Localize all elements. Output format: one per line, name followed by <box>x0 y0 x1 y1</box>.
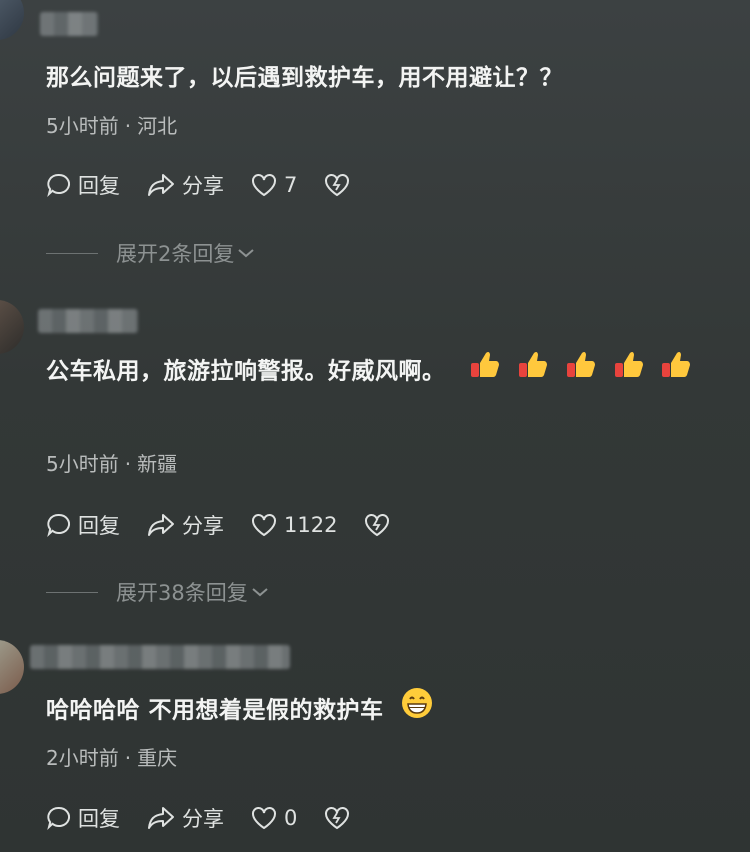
comment-meta: 5小时前 · 新疆 <box>46 448 177 477</box>
reply-label: 回复 <box>78 514 120 538</box>
comment-text-content: 哈哈哈哈 不用想着是假的救护车 <box>46 697 384 724</box>
thumbs-up-emoji <box>612 347 646 397</box>
separator: · <box>124 452 132 476</box>
separator: · <box>124 746 132 770</box>
separator: · <box>124 114 132 138</box>
chevron-down-icon <box>252 588 268 597</box>
share-icon <box>148 514 174 536</box>
dislike-icon <box>325 174 350 197</box>
comment-actions: 回复 分享 0 <box>46 803 383 833</box>
like-icon <box>252 807 276 830</box>
like-count: 1122 <box>284 513 338 537</box>
share-label: 分享 <box>182 807 224 831</box>
reply-icon <box>47 806 71 830</box>
comment-time: 5小时前 <box>46 114 119 138</box>
thumbs-up-emoji <box>564 347 598 397</box>
comment-location: 河北 <box>137 114 178 138</box>
expand-replies-label: 展开38条回复 <box>116 581 248 605</box>
reply-icon <box>47 173 71 197</box>
reply-label: 回复 <box>78 174 120 198</box>
comment-location: 新疆 <box>137 452 178 476</box>
thumbs-up-emoji <box>659 347 693 397</box>
comment-location: 重庆 <box>137 746 178 770</box>
share-icon <box>148 807 174 829</box>
divider-line <box>46 252 98 254</box>
share-button[interactable]: 分享 <box>146 510 224 540</box>
avatar[interactable] <box>0 300 24 354</box>
comment-actions: 回复 分享 1122 <box>46 510 423 540</box>
like-count: 7 <box>284 173 298 197</box>
avatar[interactable] <box>0 0 24 40</box>
username-blurred[interactable] <box>40 12 98 36</box>
comment-text-content: 公车私用，旅游拉响警报。好威风啊。 <box>46 358 446 385</box>
share-label: 分享 <box>182 514 224 538</box>
expand-replies[interactable]: 展开38条回复 <box>46 577 270 607</box>
reply-button[interactable]: 回复 <box>46 803 120 833</box>
share-button[interactable]: 分享 <box>146 170 224 200</box>
like-count: 0 <box>284 806 298 830</box>
comment-actions: 回复 分享 7 <box>46 170 383 200</box>
expand-replies-label: 展开2条回复 <box>116 242 235 266</box>
share-icon <box>148 174 174 196</box>
dislike-icon <box>365 514 390 537</box>
comment-time: 2小时前 <box>46 746 119 770</box>
comment-meta: 5小时前 · 河北 <box>46 110 177 139</box>
dislike-icon <box>325 807 350 830</box>
avatar[interactable] <box>0 640 24 694</box>
expand-replies[interactable]: 展开2条回复 <box>46 238 256 268</box>
share-label: 分享 <box>182 174 224 198</box>
username-blurred[interactable] <box>38 309 138 333</box>
grin-emoji <box>400 686 434 736</box>
divider-line <box>46 591 98 593</box>
dislike-button[interactable] <box>323 172 357 198</box>
thumbs-up-emoji <box>468 347 502 397</box>
dislike-button[interactable] <box>323 805 357 831</box>
reply-icon <box>47 513 71 537</box>
like-button[interactable]: 1122 <box>250 512 337 538</box>
comment-time: 5小时前 <box>46 452 119 476</box>
reply-button[interactable]: 回复 <box>46 170 120 200</box>
reply-label: 回复 <box>78 807 120 831</box>
comment-meta: 2小时前 · 重庆 <box>46 742 177 771</box>
dislike-button[interactable] <box>363 512 397 538</box>
reply-button[interactable]: 回复 <box>46 510 120 540</box>
comment-text: 那么问题来了，以后遇到救护车，用不用避让？？ <box>46 65 563 91</box>
thumbs-up-emoji <box>516 347 550 397</box>
username-blurred[interactable] <box>30 645 290 669</box>
comment-text: 哈哈哈哈 不用想着是假的救护车 <box>46 686 720 736</box>
like-icon <box>252 174 276 197</box>
chevron-down-icon <box>238 249 255 258</box>
like-button[interactable]: 7 <box>250 172 297 198</box>
like-button[interactable]: 0 <box>250 805 297 831</box>
share-button[interactable]: 分享 <box>146 803 224 833</box>
like-icon <box>252 514 276 537</box>
comment-text: 公车私用，旅游拉响警报。好威风啊。 <box>46 347 720 397</box>
